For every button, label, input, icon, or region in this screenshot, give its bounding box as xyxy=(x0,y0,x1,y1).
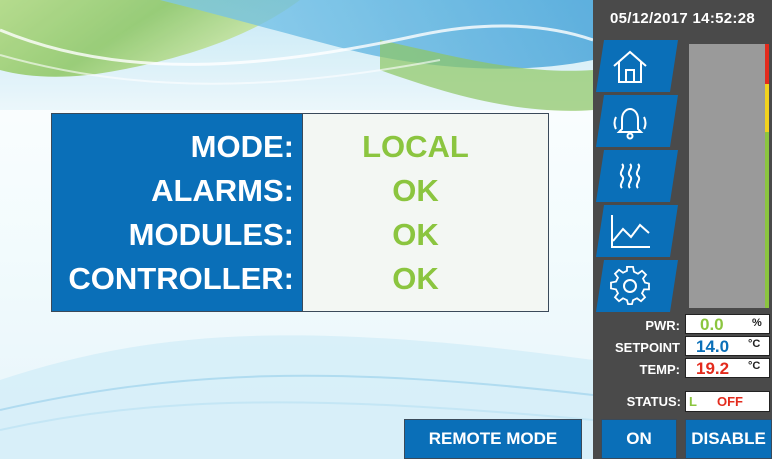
datetime-display: 05/12/2017 14:52:28 xyxy=(610,10,755,27)
status-readout: L OFF xyxy=(685,391,770,412)
alarms-value: OK xyxy=(392,172,439,208)
disable-button[interactable]: DISABLE xyxy=(685,419,772,459)
status-labels-column: MODE: ALARMS: MODULES: CONTROLLER: xyxy=(52,114,302,311)
nav-heating-button[interactable] xyxy=(596,150,678,202)
pwr-value: 0.0 xyxy=(700,315,724,334)
nav-settings-button[interactable] xyxy=(596,260,678,312)
mode-label: MODE: xyxy=(190,128,294,164)
gauge-scale-red xyxy=(765,44,769,84)
mode-value: LOCAL xyxy=(362,128,469,164)
nav-home-button[interactable] xyxy=(596,40,678,92)
pwr-readout: 0.0 % xyxy=(685,314,770,334)
status-value: OFF xyxy=(717,394,743,409)
nav-alarms-button[interactable] xyxy=(596,95,678,147)
setpoint-unit: °C xyxy=(748,338,761,350)
temp-readout: 19.2 °C xyxy=(685,358,770,378)
controller-label: CONTROLLER: xyxy=(68,260,294,296)
home-icon xyxy=(613,50,647,83)
control-panel: 05/12/2017 14:52:28 PWR: 0.0 % SETPOINT … xyxy=(593,0,772,459)
modules-label: MODULES: xyxy=(128,216,294,252)
alarms-label: ALARMS: xyxy=(151,172,294,208)
power-bar-gauge xyxy=(689,44,769,308)
on-button[interactable]: ON xyxy=(601,419,677,459)
setpoint-readout[interactable]: 14.0 °C xyxy=(685,336,770,356)
gauge-scale-green xyxy=(765,132,769,308)
status-mode-letter: L xyxy=(689,394,697,409)
temp-value: 19.2 xyxy=(696,359,730,378)
status-table: MODE: ALARMS: MODULES: CONTROLLER: LOCAL… xyxy=(51,113,549,312)
remote-mode-button[interactable]: REMOTE MODE xyxy=(404,419,582,459)
nav-trend-button[interactable] xyxy=(596,205,678,257)
setpoint-label: SETPOINT xyxy=(614,340,680,355)
alarm-bell-icon xyxy=(613,107,647,140)
temp-unit: °C xyxy=(748,360,761,372)
gauge-scale-yellow xyxy=(765,84,769,132)
pwr-unit: % xyxy=(752,317,762,329)
status-values-column: LOCAL OK OK OK xyxy=(302,114,548,311)
heater-icon xyxy=(619,163,641,189)
pwr-label: PWR: xyxy=(645,318,680,333)
status-label: STATUS: xyxy=(626,394,681,409)
modules-value: OK xyxy=(392,216,439,252)
trend-chart-icon xyxy=(611,215,650,248)
temp-label: TEMP: xyxy=(639,362,680,377)
controller-value: OK xyxy=(392,260,439,296)
settings-gear-icon xyxy=(610,265,650,306)
setpoint-value: 14.0 xyxy=(696,337,730,356)
